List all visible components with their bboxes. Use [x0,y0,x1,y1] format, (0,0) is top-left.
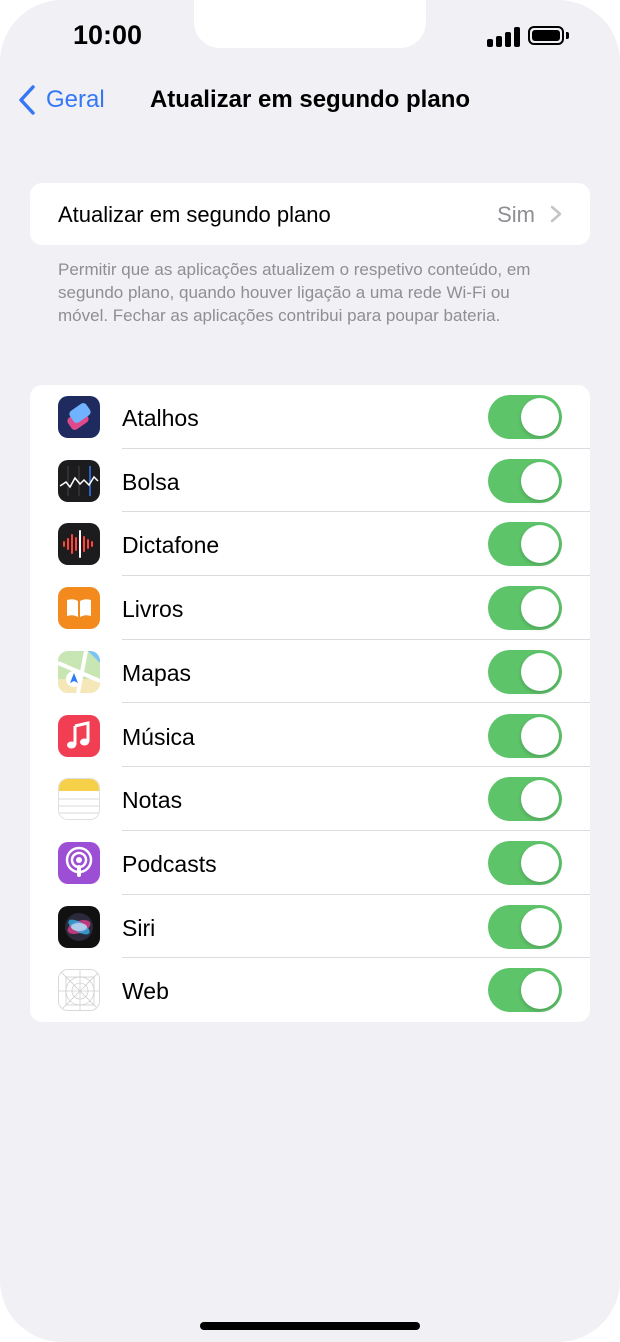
shortcuts-icon [58,396,100,438]
app-name: Siri [122,914,156,941]
voice-memos-icon [58,523,100,566]
web-app-icon [58,969,100,1012]
music-icon [58,714,100,757]
maps-icon [58,650,100,693]
toggle-web[interactable] [488,968,562,1013]
app-row-siri: Siri [30,895,590,959]
phone-screen: 10:00 Geral Atualizar em segundo plano A… [0,0,620,1342]
toggle-musica[interactable] [488,713,562,758]
toggle-siri[interactable] [488,904,562,949]
toggle-bolsa[interactable] [488,458,562,503]
app-row-musica: Música [30,704,590,768]
app-name: Atalhos [122,405,199,431]
app-row-mapas: Mapas [30,640,590,704]
toggle-dictafone[interactable] [488,522,562,567]
app-name: Mapas [122,659,192,686]
app-name: Dictafone [122,532,220,559]
app-row-atalhos: Atalhos [30,385,590,449]
siri-icon [58,905,100,948]
toggle-mapas[interactable] [488,649,562,694]
app-name: Bolsa [122,468,180,495]
app-row-podcasts: Podcasts [30,831,590,895]
app-name: Livros [122,596,184,623]
app-row-web: Web [30,958,590,1022]
toggle-notas[interactable] [488,777,562,822]
stocks-icon [58,459,100,502]
app-row-bolsa: Bolsa [30,449,590,513]
battery-cap [566,32,569,39]
app-row-dictafone: Dictafone [30,512,590,577]
notch [194,0,426,48]
battery-icon [528,26,564,45]
setting-label: Atualizar em segundo plano [58,202,331,227]
signal-icon [487,27,521,47]
background-refresh-setting[interactable]: Atualizar em segundo plano Sim [30,183,590,245]
app-list: Atalhos Bolsa Dictafone Livros Mapas Mús… [30,385,590,1022]
setting-value: Sim [497,202,535,227]
podcasts-icon [58,841,100,884]
setting-description: Permitir que as aplicações atualizem o r… [58,260,531,325]
app-name: Notas [122,787,183,814]
toggle-podcasts[interactable] [488,840,562,885]
app-row-livros: Livros [30,576,590,640]
toggle-livros[interactable] [488,586,562,631]
app-row-notas: Notas [30,767,590,831]
notes-icon [58,778,100,821]
home-indicator[interactable] [200,1322,420,1330]
app-name: Podcasts [122,850,217,877]
status-time: 10:00 [73,20,143,50]
app-name: Web [122,978,169,1005]
app-name: Música [122,723,195,750]
chevron-right-icon [550,205,562,223]
page-title: Atualizar em segundo plano [149,86,471,113]
toggle-atalhos[interactable] [488,395,562,439]
books-icon [58,587,100,630]
